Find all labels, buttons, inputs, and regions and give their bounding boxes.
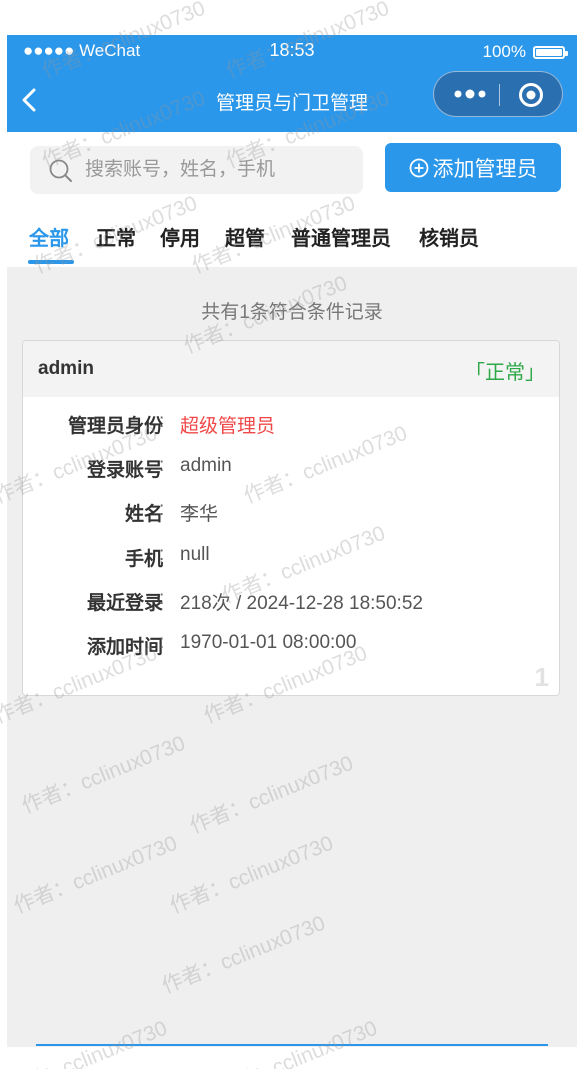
field-last-login: 最近登录 : 218次 / 2024-12-28 18:50:52: [23, 588, 559, 618]
field-colon: :: [159, 544, 165, 565]
field-label: 姓名: [124, 504, 163, 525]
tab-verifier[interactable]: 核销员: [419, 222, 479, 251]
tab-all[interactable]: 全部: [29, 222, 69, 251]
field-label: 添加时间: [86, 637, 163, 658]
field-created-at: 添加时间 : 1970-01-01 08:00:00: [23, 632, 559, 662]
mini-program-capsule: [433, 71, 563, 117]
status-badge: 「正常」: [465, 362, 545, 384]
field-label: 登录账号: [86, 460, 163, 481]
target-icon[interactable]: [518, 82, 544, 108]
field-value: 超级管理员: [180, 416, 276, 437]
field-value: 218次 / 2024-12-28 18:50:52: [180, 593, 423, 614]
more-dots-icon[interactable]: [452, 81, 488, 107]
field-label: 手机: [124, 549, 163, 570]
active-tab-indicator: [28, 260, 74, 264]
admin-card[interactable]: admin 「正常」 管理员身份 : 超级管理员 登录账号 : admin 姓名…: [22, 340, 560, 696]
record-count: 共有1条符合条件记录: [201, 302, 383, 323]
capsule-divider: [499, 84, 500, 106]
field-colon: :: [159, 455, 165, 476]
card-header: admin 「正常」: [23, 341, 559, 397]
battery-percent: 100%: [482, 42, 526, 61]
record-index: 1: [534, 662, 549, 692]
field-value: 李华: [180, 504, 219, 525]
status-bar: ●●●●● WeChat 18:53 100%: [7, 35, 577, 65]
field-value: 1970-01-01 08:00:00: [180, 632, 357, 653]
field-colon: :: [159, 411, 165, 432]
bottom-divider: [36, 1044, 548, 1046]
field-label: 管理员身份: [67, 416, 163, 437]
field-value: null: [180, 544, 210, 565]
field-colon: :: [159, 588, 165, 609]
plus-circle-icon: [409, 158, 428, 177]
field-account: 登录账号 : admin: [23, 455, 559, 485]
admin-name: admin: [38, 358, 94, 379]
field-label: 最近登录: [86, 593, 163, 614]
field-phone: 手机 : null: [23, 544, 559, 574]
field-value: admin: [180, 455, 232, 476]
field-colon: :: [159, 499, 165, 520]
add-admin-button[interactable]: 添加管理员: [385, 143, 561, 192]
battery-status: 100%: [482, 42, 568, 62]
app-frame: ●●●●● WeChat 18:53 100% 管理员与门卫管理 搜索账号，姓名…: [7, 35, 577, 1047]
search-input[interactable]: [85, 146, 355, 194]
field-name: 姓名 : 李华: [23, 499, 559, 529]
tab-super-admin[interactable]: 超管: [225, 222, 265, 251]
header: ●●●●● WeChat 18:53 100% 管理员与门卫管理: [7, 35, 577, 132]
tab-disabled[interactable]: 停用: [160, 222, 200, 251]
field-colon: :: [159, 632, 165, 653]
tab-regular-admin[interactable]: 普通管理员: [291, 222, 391, 251]
tab-normal[interactable]: 正常: [96, 222, 136, 251]
search-box[interactable]: [30, 146, 363, 194]
add-admin-label: 添加管理员: [432, 157, 538, 181]
battery-icon: [533, 45, 568, 59]
search-icon: [49, 159, 72, 182]
filter-panel: 添加管理员 全部 正常 停用 超管 普通管理员 核销员: [7, 132, 577, 267]
status-tabs: 全部 正常 停用 超管 普通管理员 核销员: [7, 216, 577, 266]
field-role: 管理员身份 : 超级管理员: [23, 411, 559, 441]
